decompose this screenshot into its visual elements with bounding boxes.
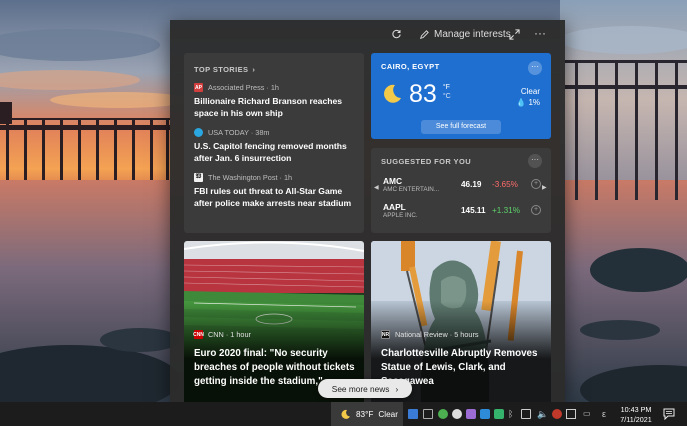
story-item[interactable]: USA TODAY · 38m U.S. Capitol fencing rem… (194, 128, 354, 164)
battery-icon[interactable] (521, 409, 531, 419)
tray-window-icon[interactable] (423, 409, 433, 419)
see-more-label: See more news (331, 383, 390, 394)
chevron-right-icon: › (252, 65, 256, 74)
moon-icon (341, 409, 350, 419)
national-review-logo-icon: NR (381, 330, 390, 339)
tray-blue-icon[interactable] (480, 409, 490, 419)
stock-change: +1.31% (492, 206, 520, 215)
clock-time: 10:43 PM (620, 405, 652, 414)
taskbar-weather-condition: Clear (378, 409, 398, 419)
add-stock-icon[interactable]: + (531, 205, 541, 215)
expand-button[interactable] (509, 29, 520, 40)
suggested-more-button[interactable]: ··· (528, 154, 542, 168)
pencil-icon (419, 29, 429, 39)
news-card-euro-2020[interactable]: CNN CNN · 1 hour Euro 2020 final: "No se… (184, 241, 364, 402)
tray-app-icon[interactable] (408, 409, 418, 419)
see-more-news-button[interactable]: See more news › (318, 379, 412, 398)
cnn-logo-icon: CNN (193, 330, 204, 339)
story-item[interactable]: AP Associated Press · 1h Billionaire Ric… (194, 83, 354, 119)
more-options-icon: ··· (534, 26, 546, 40)
weather-more-button[interactable]: ··· (528, 61, 542, 75)
taskbar-weather-button[interactable]: 83°F Clear (331, 402, 403, 426)
next-arrow-icon[interactable]: ▶ (542, 184, 547, 191)
refresh-icon (392, 29, 401, 39)
add-stock-icon[interactable]: + (531, 179, 541, 189)
stock-row-amc[interactable]: AMC AMC ENTERTAIN... 46.19 -3.65% + (383, 176, 541, 198)
notification-center-icon[interactable] (663, 408, 675, 420)
raindrop-icon: 💧 (516, 98, 527, 107)
stock-name: AMC ENTERTAIN... (383, 186, 440, 193)
taskbar: 83°F Clear ᛒ 🔈 ▭ ε 10:43 PM 7/11/2021 (0, 402, 687, 426)
stock-name: APPLE INC. (383, 212, 418, 219)
stock-symbol: AMC (383, 176, 403, 186)
news-interests-flyout: Manage interests ··· TOP STORIES › AP As… (170, 20, 565, 402)
stock-change: -3.65% (492, 180, 518, 189)
volume-icon[interactable]: 🔈 (537, 409, 548, 419)
stock-price: 46.19 (461, 180, 482, 189)
weather-condition: Clear (520, 87, 540, 96)
ap-logo-icon: AP (194, 83, 203, 92)
see-full-forecast-button[interactable]: See full forecast (421, 120, 501, 134)
story-headline: Billionaire Richard Branson reaches spac… (194, 96, 343, 118)
chevron-right-icon: › (395, 383, 399, 394)
moon-icon (384, 84, 401, 103)
tray-red-icon[interactable] (552, 409, 562, 419)
washington-post-logo-icon: 𝔚 (194, 173, 203, 182)
suggested-title: SUGGESTED FOR YOU (381, 157, 472, 166)
unit-fahrenheit[interactable]: °F (443, 84, 450, 91)
usa-today-logo-icon (194, 128, 203, 137)
weather-location: CAIRO, EGYPT (381, 62, 440, 71)
tray-green-icon[interactable] (438, 409, 448, 419)
more-options-button[interactable]: ··· (534, 26, 546, 40)
story-source: Associated Press · 1h (208, 83, 279, 92)
top-stories-title[interactable]: TOP STORIES › (194, 65, 354, 74)
weather-temperature: 83 (409, 80, 437, 108)
tray-teal-icon[interactable] (494, 409, 504, 419)
taskbar-weather-temp: 83°F (356, 409, 374, 419)
news-card-charlottesville[interactable]: NR National Review · 5 hours Charlottesv… (371, 241, 551, 402)
stock-price: 145.11 (461, 206, 486, 215)
weather-card[interactable]: CAIRO, EGYPT ··· 83 °F °C Clear 💧 1% See… (371, 53, 551, 139)
bluetooth-icon[interactable]: ᛒ (508, 409, 518, 419)
suggested-card: SUGGESTED FOR YOU ··· ◀ ▶ AMC AMC ENTERT… (371, 148, 551, 233)
flyout-header: Manage interests ··· (170, 20, 565, 52)
manage-interests-label: Manage interests (434, 29, 511, 40)
expand-icon (509, 29, 520, 40)
story-headline: FBI rules out threat to All-Star Game af… (194, 186, 352, 208)
stock-row-aapl[interactable]: AAPL APPLE INC. 145.11 +1.31% + (383, 202, 541, 224)
refresh-button[interactable] (391, 29, 402, 40)
previous-arrow-icon[interactable]: ◀ (374, 184, 379, 191)
tray-purple-icon[interactable] (466, 409, 476, 419)
story-headline: U.S. Capitol fencing removed months afte… (194, 141, 347, 163)
top-stories-card: TOP STORIES › AP Associated Press · 1h B… (184, 53, 364, 233)
keyboard-language-icon[interactable]: ε (602, 409, 612, 419)
story-source: The Washington Post · 1h (208, 173, 293, 182)
story-source: USA TODAY · 38m (208, 128, 270, 137)
news-source: CNN · 1 hour (208, 330, 251, 339)
tray-eye-icon[interactable] (452, 409, 462, 419)
taskbar-clock[interactable]: 10:43 PM 7/11/2021 (616, 405, 656, 424)
display-icon[interactable] (566, 409, 576, 419)
weather-precipitation: 1% (528, 98, 540, 107)
stock-symbol: AAPL (383, 202, 406, 212)
unit-celsius[interactable]: °C (443, 93, 451, 100)
clock-date: 7/11/2021 (620, 414, 652, 424)
news-source: National Review · 5 hours (395, 330, 479, 339)
more-options-icon: ··· (531, 62, 539, 71)
manage-interests-button[interactable]: Manage interests (419, 29, 511, 40)
more-options-icon: ··· (531, 155, 539, 164)
network-icon[interactable]: ▭ (583, 409, 593, 419)
story-item[interactable]: 𝔚 The Washington Post · 1h FBI rules out… (194, 173, 354, 209)
